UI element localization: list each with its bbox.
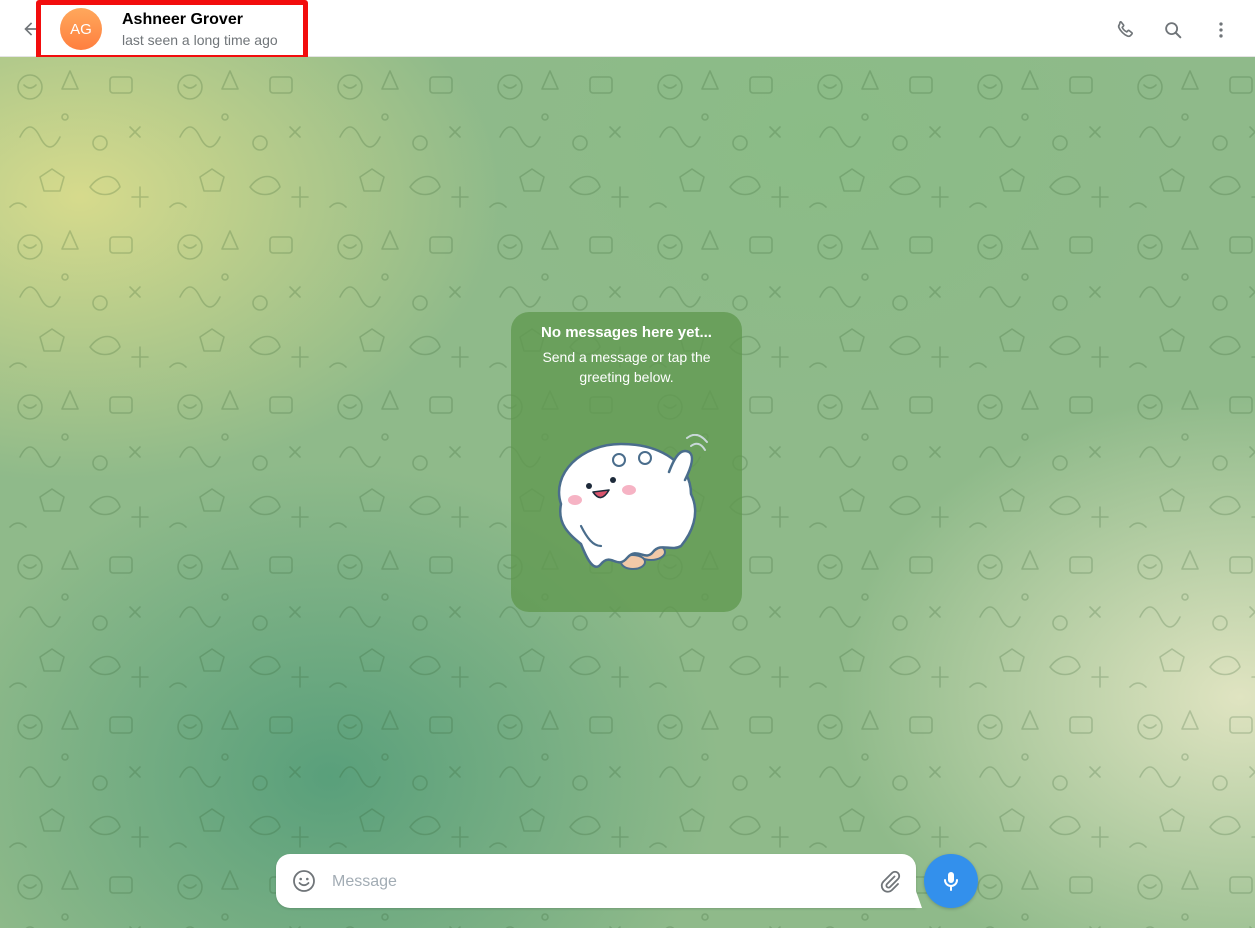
more-vertical-icon[interactable]	[1201, 10, 1241, 50]
microphone-icon[interactable]	[924, 854, 978, 908]
message-input[interactable]	[330, 866, 854, 898]
message-composer	[276, 854, 916, 908]
phone-icon[interactable]	[1105, 10, 1145, 50]
empty-title: No messages here yet...	[541, 324, 712, 341]
greeting-sticker[interactable]	[541, 434, 711, 584]
empty-chat-card: No messages here yet... Send a message o…	[511, 312, 742, 612]
empty-subtitle: Send a message or tap the greeting below…	[542, 349, 711, 385]
highlight-box	[36, 0, 308, 60]
emoji-icon[interactable]	[290, 867, 318, 895]
chat-header: AG Ashneer Grover last seen a long time …	[0, 0, 1255, 60]
search-icon[interactable]	[1153, 10, 1193, 50]
composer-tail	[912, 880, 922, 908]
paperclip-icon[interactable]	[876, 867, 904, 895]
